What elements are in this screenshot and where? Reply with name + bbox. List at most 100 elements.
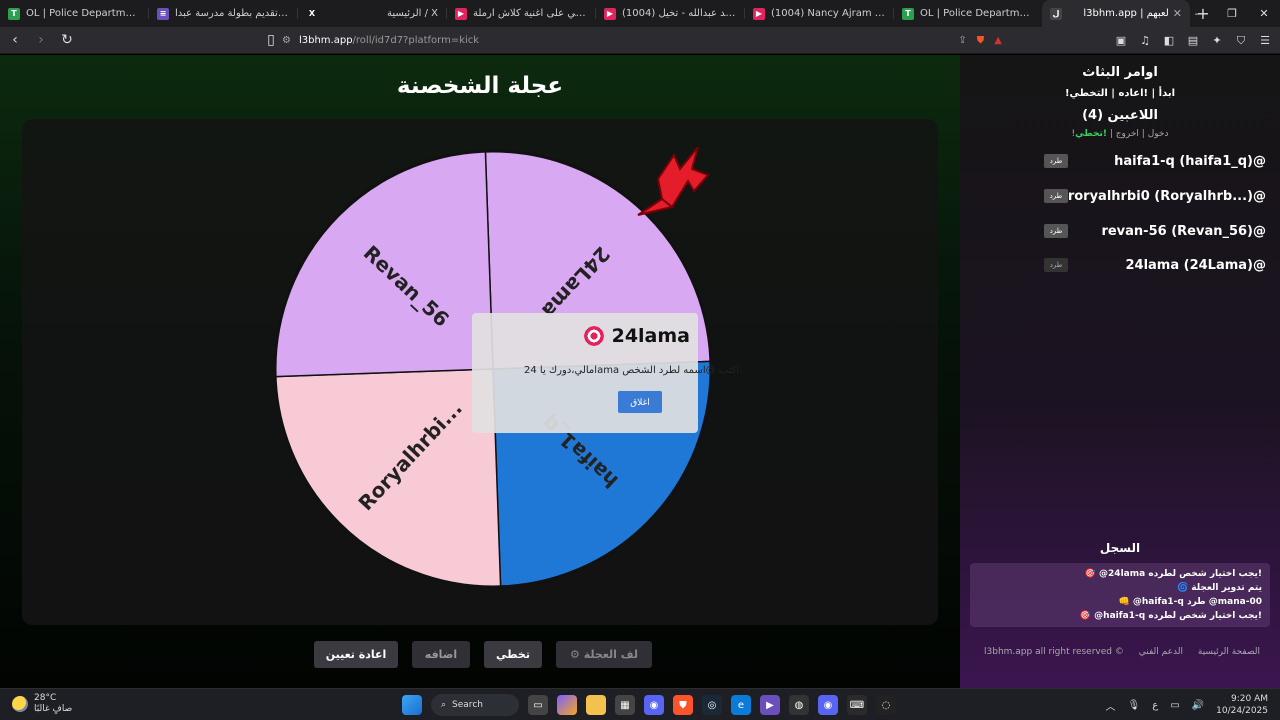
footer-rights: l3bhm.app all right reserved © xyxy=(984,647,1124,657)
search-label: Search xyxy=(452,700,483,710)
tab-title: (1004) Nancy Ajram - Ana ... xyxy=(771,8,885,19)
url-host: l3bhm.app xyxy=(298,35,353,46)
obs-icon[interactable]: ◍ xyxy=(789,695,809,715)
toolbar-icons: ▣ ♫ ◧ ▤ ✦ ⛉ ☰ xyxy=(1112,31,1274,50)
log-entry: 🎯 @haifa1-q يجب اختيار شخص لطرده! xyxy=(1079,611,1262,621)
spin-wheel-button[interactable]: ⚙ لف العجلة xyxy=(556,641,652,668)
leave-command: اخروج xyxy=(1115,129,1139,139)
discord-alt-icon[interactable]: ◉ xyxy=(818,695,838,715)
clock-time: 9:20 AM xyxy=(1231,694,1268,704)
reload-icon[interactable]: ↻ xyxy=(56,29,78,51)
close-window-icon[interactable]: ✕ xyxy=(1248,0,1280,27)
address-bar: ‹ › ↻ ▯ ⚙ l3bhm.app/roll/id7d7?platform=… xyxy=(0,27,1280,54)
skip-button[interactable]: تخطي xyxy=(484,641,542,668)
language-indicator[interactable]: ع xyxy=(1152,700,1158,711)
brave-browser-icon[interactable]: ⛊ xyxy=(673,695,693,715)
taskbar-apps: ⌕ Search ▭ ▦ ◉ ⛊ ◎ e ▶ ◍ ◉ ⌨ ◌ xyxy=(402,693,896,717)
rewards-icon[interactable]: ▲ xyxy=(994,35,1002,46)
browser-tab[interactable]: ≡ نموذج تقديم بطولة مدرسة عبدا... xyxy=(149,0,297,27)
browser-tab[interactable]: ▶ (1004) Nancy Ajram - Ana ... xyxy=(745,0,893,27)
weather-widget[interactable]: 28°C صافٍ غالبًا xyxy=(12,693,72,715)
tab-title: الرئيسية / X xyxy=(386,8,438,19)
tab-title: l3bhm.app | لعبهم xyxy=(1083,8,1169,19)
kick-button[interactable]: طرد xyxy=(1044,224,1068,238)
file-explorer-icon[interactable] xyxy=(586,695,606,715)
taskbar: 28°C صافٍ غالبًا ⌕ Search ▭ ▦ ◉ ⛊ ◎ e ▶ ◍… xyxy=(0,688,1280,720)
clock[interactable]: 9:20 AM 10/24/2025 xyxy=(1216,693,1268,717)
log-box: 🎯 @24lama يجب اختيار شخص لطرده! 🌀 يتم تد… xyxy=(970,563,1270,627)
task-view-icon[interactable]: ▭ xyxy=(528,695,548,715)
browser-tab[interactable]: T OL | Police Department v2.0 - ... xyxy=(894,0,1042,27)
screenshot-icon[interactable]: ▣ xyxy=(1112,32,1130,50)
edge-icon[interactable]: e xyxy=(731,695,751,715)
vpn-icon[interactable]: ⛉ xyxy=(1232,32,1250,50)
result-popup: 24lama مالي،دورك يا 24lama اكتب @اسمه لط… xyxy=(472,313,742,433)
store-icon[interactable]: ▦ xyxy=(615,695,635,715)
tray-overflow-icon[interactable]: ︿ xyxy=(1106,698,1116,713)
sidebar-toggle-icon[interactable]: ◧ xyxy=(1160,32,1178,50)
player-commands: !دخول | اخروج | !تخطي xyxy=(1071,129,1169,139)
site-info-icon[interactable]: ⚙ xyxy=(282,35,291,46)
microphone-icon[interactable]: 🎙 xyxy=(1128,700,1141,711)
wallet-icon[interactable]: ▤ xyxy=(1184,32,1202,50)
volume-icon[interactable]: 🔊 xyxy=(1192,700,1204,711)
app-icon[interactable]: ◌ xyxy=(876,695,896,715)
browser-tab[interactable]: ▶ ردة فعلي على اغنية كلاش ارملة xyxy=(447,0,595,27)
close-popup-button[interactable]: اغلاق xyxy=(618,391,662,413)
footer: l3bhm.app all right reserved © الدعم الف… xyxy=(984,647,1260,657)
popup-header: 24lama xyxy=(583,325,690,347)
reset-button[interactable]: اعادة تعيين xyxy=(314,641,398,668)
browser-tab-bar: T OL | Police Department v2.0 - ... ≡ نموذ… xyxy=(0,0,1280,27)
players-title: اللاعبين (4) xyxy=(1082,108,1158,123)
tab-title: OL | Police Department v2.0 - ... xyxy=(920,8,1034,19)
media-icon[interactable]: ♫ xyxy=(1136,32,1154,50)
close-tab-icon[interactable]: ✕ xyxy=(1173,7,1182,20)
browser-tab-active[interactable]: ل l3bhm.app | لعبهم ✕ xyxy=(1042,0,1190,27)
discord-icon[interactable]: ◉ xyxy=(644,695,664,715)
kick-button[interactable]: طرد xyxy=(1044,189,1068,203)
minimize-icon[interactable]: — xyxy=(1184,0,1216,27)
tab-title: نموذج تقديم بطولة مدرسة عبدا... xyxy=(175,8,289,19)
player-name: roryalhrbi0 (Roryalhrb...)@ xyxy=(1067,188,1266,204)
player-name: haifa1-q (haifa1_q)@ xyxy=(1114,153,1266,169)
add-button[interactable]: اضافه xyxy=(412,641,470,668)
windows-start-icon[interactable] xyxy=(402,695,422,715)
player-row: طرد revan-56 (Revan_56)@ xyxy=(1044,222,1266,240)
browser-tab[interactable]: ▶ عبدالمجيد عبدالله - تخيل (1004) xyxy=(596,0,744,27)
terminal-icon[interactable]: ⌨ xyxy=(847,695,867,715)
tab-title: عبدالمجيد عبدالله - تخيل (1004) xyxy=(622,8,736,19)
restore-icon[interactable]: ❐ xyxy=(1216,0,1248,27)
menu-icon[interactable]: ☰ xyxy=(1256,32,1274,50)
copilot-icon[interactable] xyxy=(557,695,577,715)
kick-button[interactable]: طرد xyxy=(1044,154,1068,168)
popup-message: مالي،دورك يا 24lama اكتب @اسمه لطرد الشخ… xyxy=(524,365,743,376)
media-player-icon[interactable]: ▶ xyxy=(760,695,780,715)
sidebar: اوامر البثاث !ابدأ | !اعاده | التخطي الل… xyxy=(960,55,1280,688)
youtube-icon: ▶ xyxy=(753,7,765,20)
player-row: طرد 24lama (24Lama)@ xyxy=(1044,256,1266,274)
network-icon[interactable]: ▭ xyxy=(1170,700,1179,711)
browser-tab[interactable]: X الرئيسية / X xyxy=(298,0,446,27)
weather-icon xyxy=(12,696,28,712)
url-field[interactable]: ⚙ l3bhm.app/roll/id7d7?platform=kick ⇪ ⛊… xyxy=(282,31,1002,50)
browser-tab[interactable]: T OL | Police Department v2.0 - ... xyxy=(0,0,148,27)
tab-favicon-icon: ≡ xyxy=(157,7,169,20)
footer-home-link[interactable]: الصفحة الرئيسية xyxy=(1198,647,1260,657)
url-path: /roll/id7d7?platform=kick xyxy=(352,35,480,46)
bookmark-icon[interactable]: ▯ xyxy=(260,29,282,51)
back-icon[interactable]: ‹ xyxy=(4,29,26,51)
taskbar-search[interactable]: ⌕ Search xyxy=(431,694,519,716)
forward-icon[interactable]: › xyxy=(30,29,52,51)
clock-date: 10/24/2025 xyxy=(1216,706,1268,716)
player-name: 24lama (24Lama)@ xyxy=(1125,257,1266,273)
leo-ai-icon[interactable]: ✦ xyxy=(1208,32,1226,50)
footer-support-link[interactable]: الدعم الفني xyxy=(1139,647,1183,657)
log-title: السجل xyxy=(1099,541,1141,555)
commands-title: اوامر البثاث xyxy=(1082,65,1158,80)
target-icon xyxy=(583,326,604,346)
steam-icon[interactable]: ◎ xyxy=(702,695,722,715)
brave-shield-icon[interactable]: ⛊ xyxy=(977,35,985,46)
skip-command: !تخطي xyxy=(1075,129,1107,139)
share-icon[interactable]: ⇪ xyxy=(958,35,966,46)
kick-button[interactable]: طرد xyxy=(1044,258,1068,272)
